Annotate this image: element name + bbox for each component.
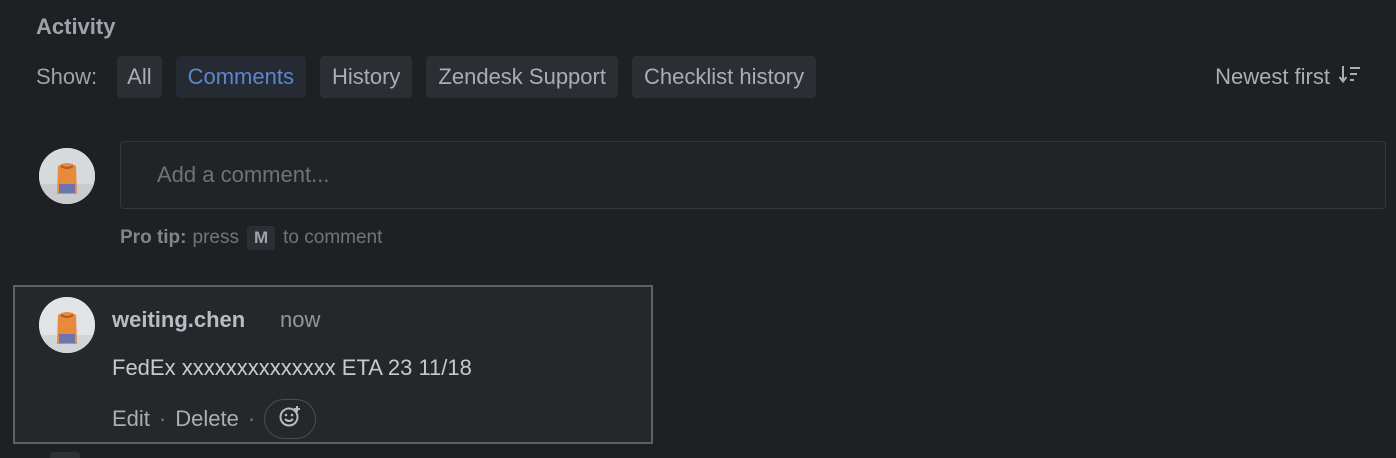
edit-comment-button[interactable]: Edit xyxy=(112,406,150,432)
filter-all-button[interactable]: All xyxy=(117,56,162,98)
add-comment-input[interactable] xyxy=(120,141,1386,209)
show-label: Show: xyxy=(36,64,98,89)
filter-zendesk-support-button[interactable]: Zendesk Support xyxy=(426,56,618,98)
delete-comment-button[interactable]: Delete xyxy=(175,406,239,432)
action-separator: · xyxy=(247,406,256,431)
comment-author[interactable]: weiting.chen xyxy=(112,307,245,333)
comment-timestamp: now xyxy=(280,307,321,332)
pro-tip-key: M xyxy=(246,226,276,250)
comment-author-avatar xyxy=(39,297,95,353)
sort-order-button[interactable]: Newest first xyxy=(1215,63,1366,91)
activity-filter-bar: Show: All Comments History Zendesk Suppo… xyxy=(36,56,1366,98)
filter-comments-button[interactable]: Comments xyxy=(175,56,306,98)
comment-actions: Edit · Delete · xyxy=(112,399,317,439)
next-item-edge xyxy=(50,452,80,458)
current-user-avatar xyxy=(39,148,95,204)
action-separator: · xyxy=(158,406,167,431)
comment-item: weiting.chen now FedEx xxxxxxxxxxxxxx ET… xyxy=(13,285,653,444)
activity-panel: Activity Show: All Comments History Zend… xyxy=(0,0,1396,458)
pro-tip-text-pre: press xyxy=(192,227,239,248)
filter-checklist-history-button[interactable]: Checklist history xyxy=(631,56,817,98)
sort-order-label: Newest first xyxy=(1215,64,1330,89)
add-reaction-icon xyxy=(278,404,302,434)
activity-heading: Activity xyxy=(36,14,116,39)
comment-body: FedEx xxxxxxxxxxxxxx ETA 23 11/18 xyxy=(112,355,472,380)
pro-tip-label: Pro tip: xyxy=(120,227,187,248)
sort-descending-icon xyxy=(1330,63,1362,91)
pro-tip-text-post: to comment xyxy=(283,227,383,248)
add-reaction-button[interactable] xyxy=(264,399,317,439)
filter-history-button[interactable]: History xyxy=(319,56,413,98)
pro-tip: Pro tip: press M to comment xyxy=(120,226,382,250)
